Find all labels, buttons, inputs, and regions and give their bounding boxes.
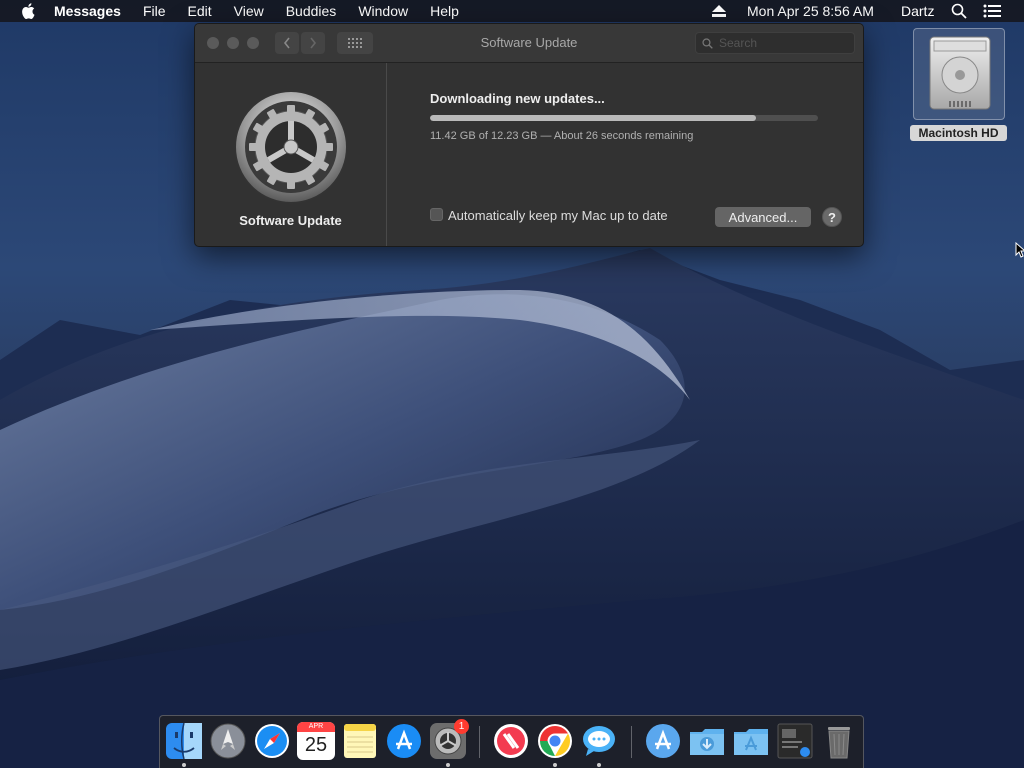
app-store-icon[interactable] — [385, 722, 423, 760]
auto-update-checkbox[interactable] — [430, 208, 443, 221]
menu-clock[interactable]: Mon Apr 25 8:56 AM — [747, 3, 874, 19]
calendar-day: 25 — [304, 734, 328, 756]
messages-icon[interactable] — [580, 722, 618, 760]
auto-update-label[interactable]: Automatically keep my Mac up to date — [448, 208, 668, 223]
dock: APR 25 1 — [159, 715, 864, 768]
system-preferences-running-indicator — [446, 763, 450, 767]
apple-menu-icon[interactable] — [21, 3, 35, 19]
mouse-cursor-icon — [1015, 242, 1024, 258]
menu-file[interactable]: File — [143, 3, 166, 19]
calendar-month: APR — [297, 722, 335, 732]
pane-label: Software Update — [239, 213, 342, 228]
finder-running-indicator — [182, 763, 186, 767]
menu-window[interactable]: Window — [358, 3, 408, 19]
search-input[interactable] — [717, 35, 851, 51]
downloads-folder-icon[interactable] — [688, 722, 726, 760]
menu-user[interactable]: Dartz — [901, 3, 934, 19]
advanced-button[interactable]: Advanced... — [715, 207, 811, 227]
screen-sharing-icon[interactable] — [776, 722, 814, 760]
dock-separator-2 — [631, 726, 632, 758]
update-content: Downloading new updates... 11.42 GB of 1… — [387, 63, 863, 246]
preference-pane-sidebar: Software Update — [195, 63, 387, 246]
chrome-icon[interactable] — [536, 722, 574, 760]
macintosh-hd-desktop-icon[interactable] — [913, 28, 1005, 120]
notes-icon[interactable] — [341, 722, 379, 760]
download-progress-bar — [430, 115, 818, 121]
software-update-window: Software Update Search Software Update D… — [194, 23, 864, 247]
trash-icon[interactable] — [820, 722, 858, 760]
messages-running-indicator — [597, 763, 601, 767]
menu-bar: Messages File Edit View Buddies Window H… — [0, 0, 1024, 22]
dock-separator — [479, 726, 480, 758]
launchpad-icon[interactable] — [209, 722, 247, 760]
notification-center-icon[interactable] — [983, 4, 1001, 18]
hard-drive-icon — [929, 36, 991, 110]
documents-folder-icon[interactable] — [732, 722, 770, 760]
system-preferences-badge: 1 — [454, 719, 469, 734]
menu-view[interactable]: View — [234, 3, 264, 19]
search-icon — [702, 37, 713, 49]
search-field[interactable] — [695, 32, 855, 54]
download-status-title: Downloading new updates... — [430, 91, 605, 106]
applications-folder-icon[interactable] — [644, 722, 682, 760]
download-progress-fill — [430, 115, 756, 121]
menu-app-name[interactable]: Messages — [54, 3, 121, 19]
spotlight-search-icon[interactable] — [951, 3, 967, 19]
macintosh-hd-label[interactable]: Macintosh HD — [910, 125, 1007, 141]
software-update-gear-icon — [234, 90, 348, 204]
calendar-icon[interactable]: APR 25 — [297, 722, 335, 760]
safari-icon[interactable] — [253, 722, 291, 760]
menu-help[interactable]: Help — [430, 3, 459, 19]
news-icon[interactable] — [492, 722, 530, 760]
menu-buddies[interactable]: Buddies — [286, 3, 337, 19]
finder-icon[interactable] — [165, 722, 203, 760]
download-progress-text: 11.42 GB of 12.23 GB — About 26 seconds … — [430, 130, 694, 142]
help-button[interactable]: ? — [822, 207, 842, 227]
chrome-running-indicator — [553, 763, 557, 767]
eject-icon[interactable] — [712, 5, 726, 17]
menu-edit[interactable]: Edit — [188, 3, 212, 19]
window-titlebar[interactable]: Software Update — [195, 24, 863, 63]
